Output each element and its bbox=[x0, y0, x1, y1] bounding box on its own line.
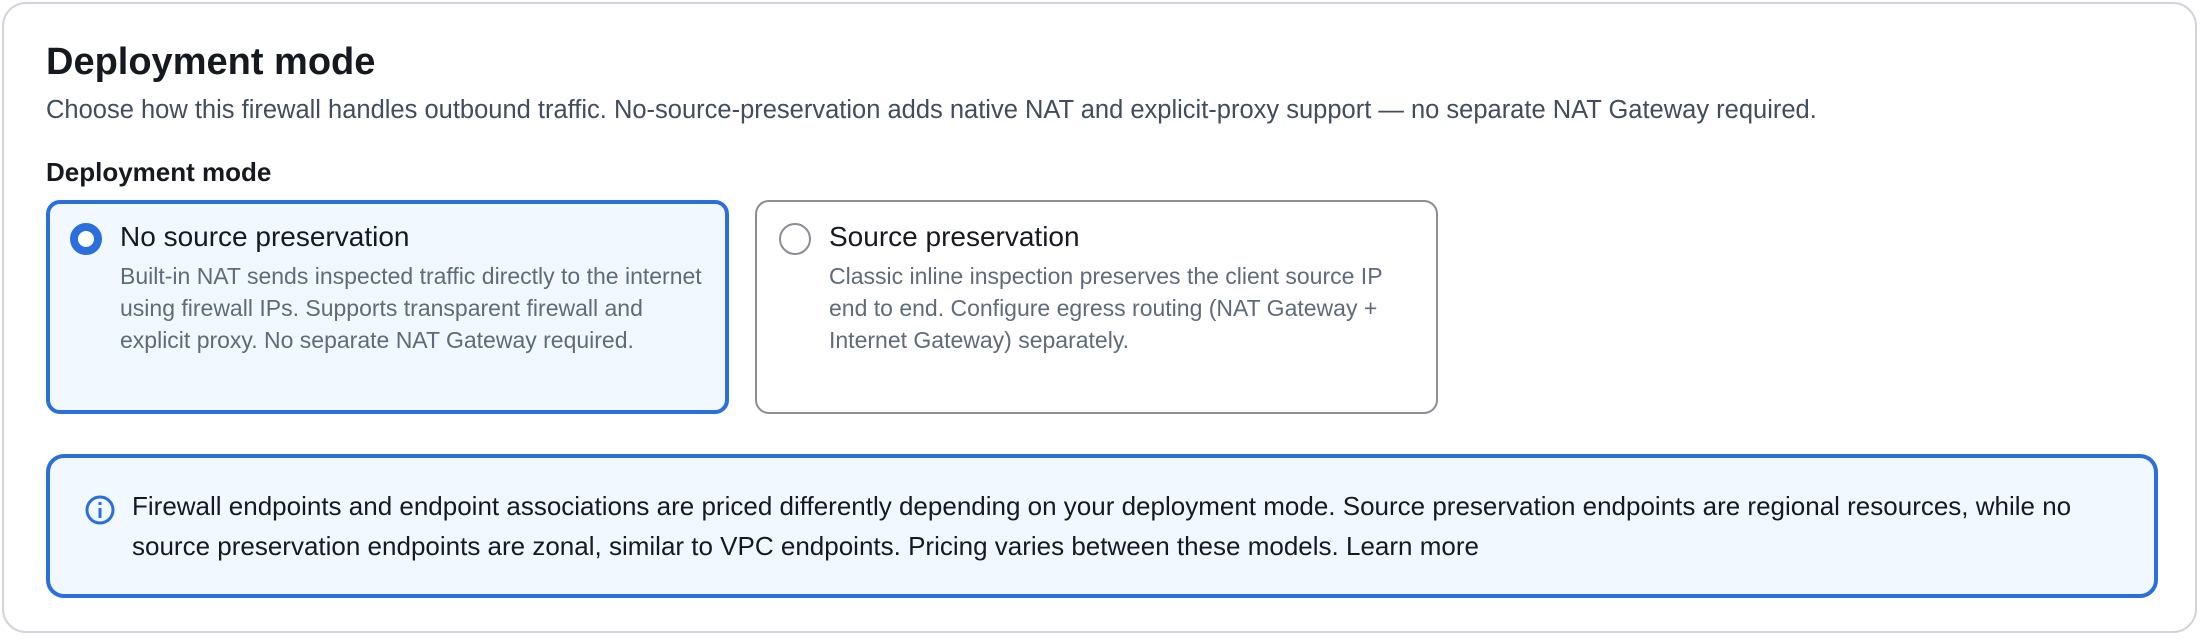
info-alert: Firewall endpoints and endpoint associat… bbox=[46, 454, 2158, 598]
tile-label: No source preservation bbox=[120, 221, 410, 252]
tile-no-source-preservation[interactable]: No source preservation Built-in NAT send… bbox=[46, 200, 729, 414]
info-icon bbox=[84, 494, 116, 526]
tile-description: Classic inline inspection preserves the … bbox=[829, 263, 1383, 353]
tile-label: Source preservation bbox=[829, 221, 1080, 252]
section-header: Deployment mode Choose how this firewall… bbox=[46, 36, 2155, 130]
deployment-mode-container: Deployment mode Choose how this firewall… bbox=[2, 2, 2197, 633]
section-title: Deployment mode bbox=[46, 41, 376, 83]
field-label: Deployment mode bbox=[46, 157, 272, 187]
radio-button-selected[interactable] bbox=[70, 223, 102, 255]
alert-text: Firewall endpoints and endpoint associat… bbox=[132, 486, 2122, 566]
radio-button-unselected[interactable] bbox=[779, 223, 811, 255]
learn-more-link[interactable]: Learn more bbox=[1346, 531, 1479, 561]
alert-message: Firewall endpoints and endpoint associat… bbox=[132, 491, 2072, 561]
section-description: Choose how this firewall handles outboun… bbox=[46, 96, 1817, 124]
tile-source-preservation[interactable]: Source preservation Classic inline inspe… bbox=[755, 200, 1438, 414]
tile-description: Built-in NAT sends inspected traffic dir… bbox=[120, 263, 702, 353]
radio-tile-group: No source preservation Built-in NAT send… bbox=[46, 200, 1438, 414]
